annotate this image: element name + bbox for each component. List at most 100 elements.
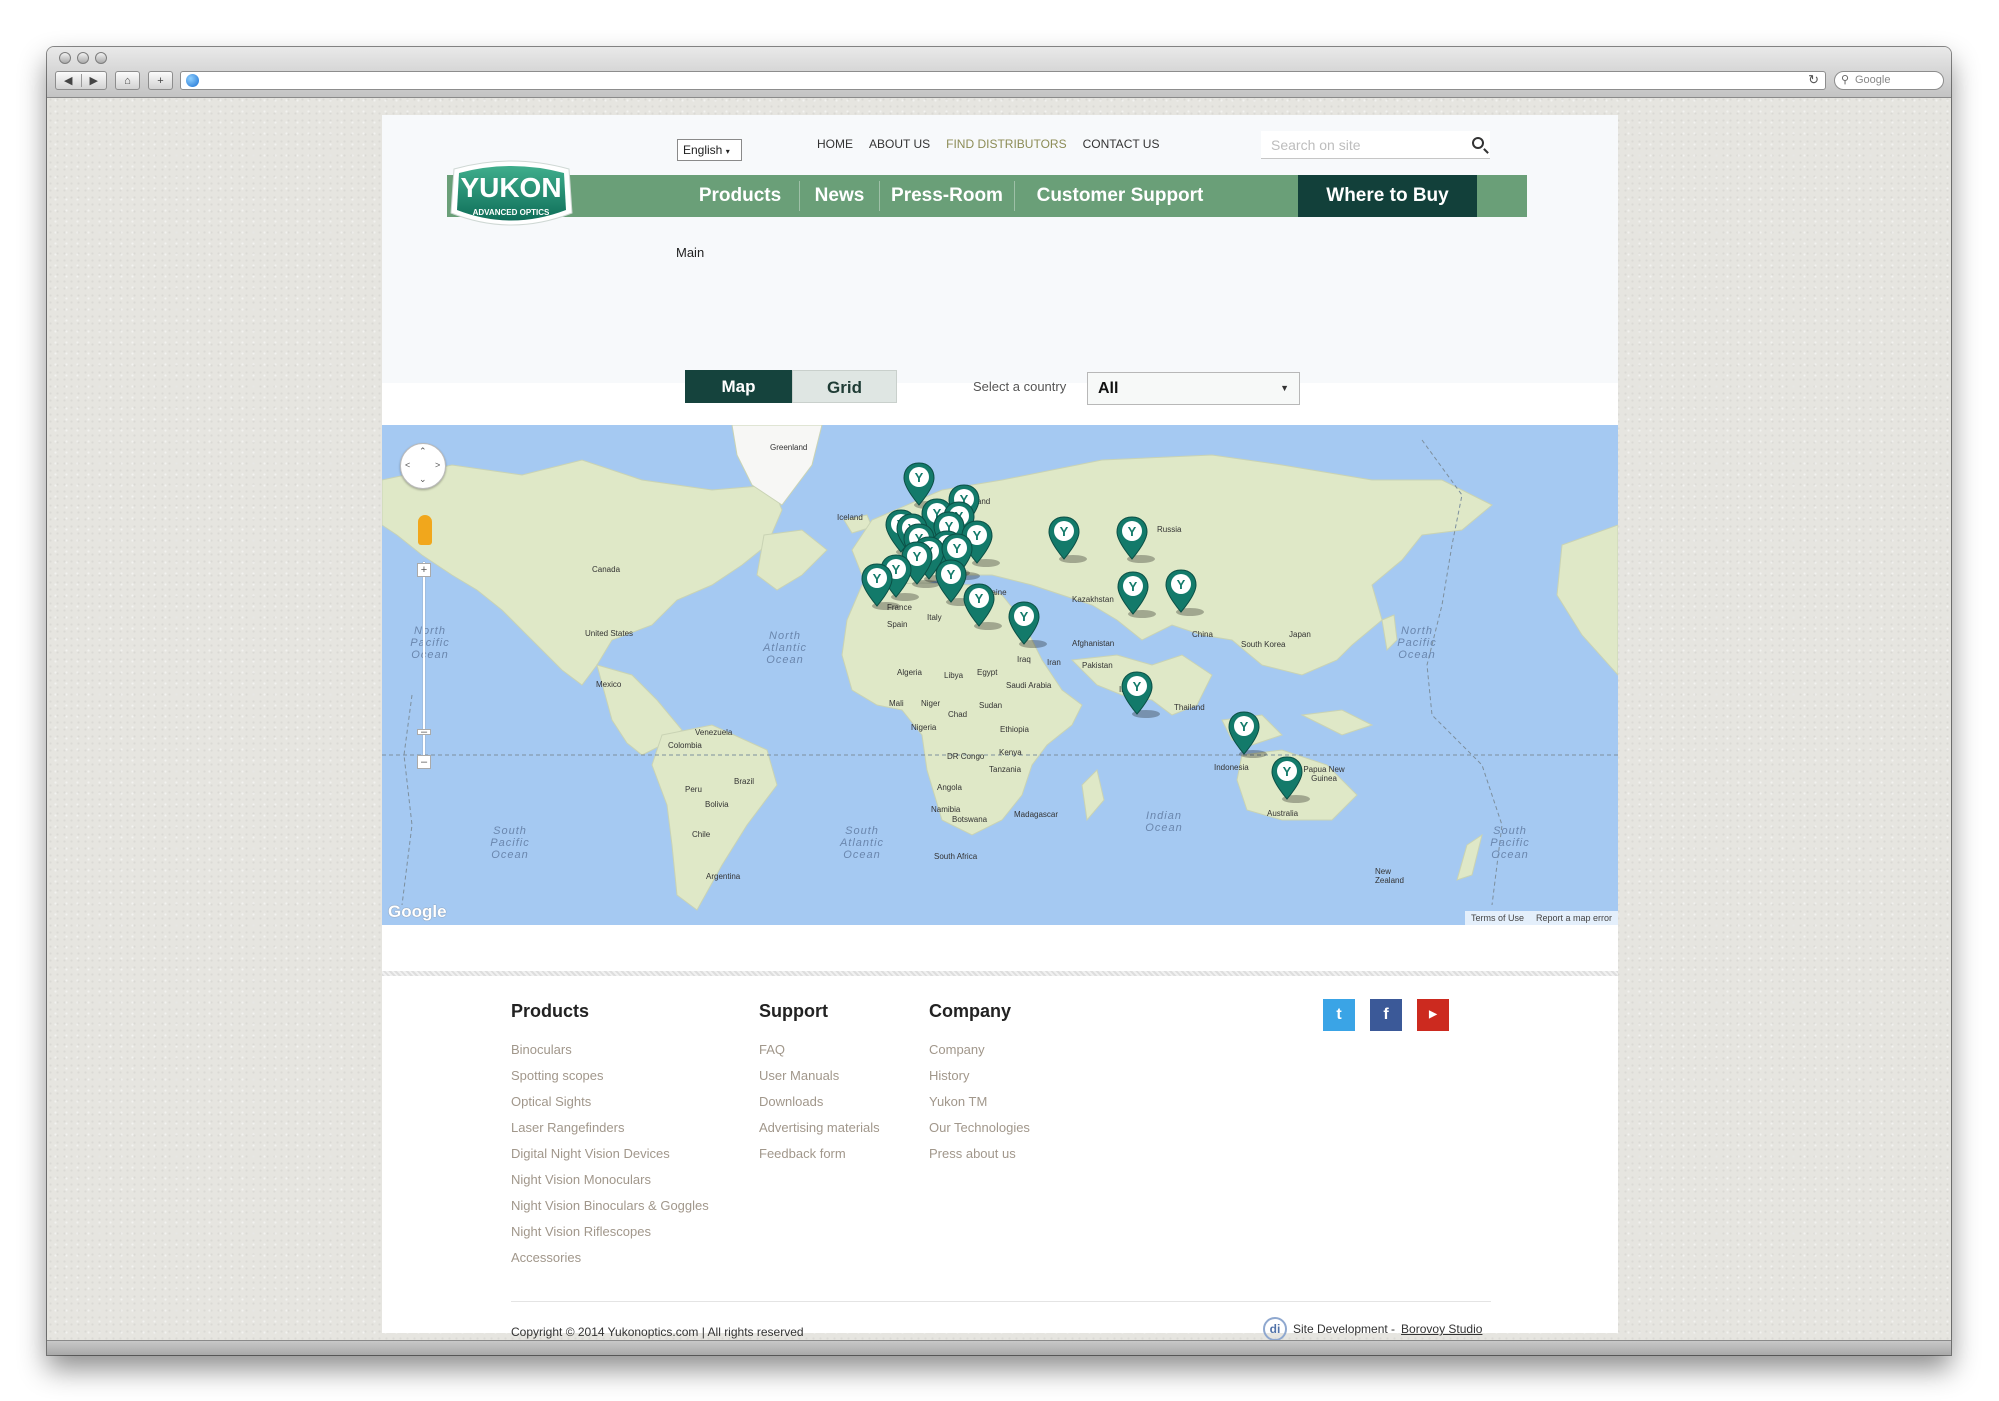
search-icon: ⚲ bbox=[1841, 74, 1850, 86]
nav-press-room[interactable]: Press-Room bbox=[881, 175, 1013, 217]
terms-of-use-link[interactable]: Terms of Use bbox=[1471, 913, 1524, 923]
back-forward-buttons[interactable]: ◀ ▶ bbox=[55, 71, 107, 90]
footer-link[interactable]: Press about us bbox=[929, 1146, 1030, 1172]
zoom-in-button[interactable]: + bbox=[417, 563, 431, 577]
breadcrumb[interactable]: Main bbox=[676, 245, 704, 260]
footer-link[interactable]: Accessories bbox=[511, 1250, 709, 1276]
facebook-icon[interactable]: f bbox=[1370, 999, 1402, 1031]
nav-where-to-buy[interactable]: Where to Buy bbox=[1298, 175, 1477, 217]
nav-customer-support[interactable]: Customer Support bbox=[1015, 175, 1225, 217]
twitter-icon[interactable]: t bbox=[1323, 999, 1355, 1031]
footer-support: Support FAQ User Manuals Downloads Adver… bbox=[759, 1001, 880, 1172]
top-nav-find-distributors[interactable]: FIND DISTRIBUTORS bbox=[946, 137, 1066, 151]
home-button[interactable]: ⌂ bbox=[115, 71, 140, 90]
browser-window: ◀ ▶ ⌂ + ↻ ⚲ Google English ▾ HOME ABOUT US… bbox=[47, 47, 1951, 1355]
map-label: Egypt bbox=[977, 668, 998, 677]
street-view-pegman-icon[interactable] bbox=[418, 515, 432, 545]
pan-left-icon[interactable]: < bbox=[405, 460, 410, 470]
globe-icon bbox=[186, 74, 199, 87]
footer-link[interactable]: Yukon TM bbox=[929, 1094, 1030, 1120]
map-marker-pin-icon[interactable]: Y bbox=[1164, 568, 1204, 616]
map-label: Brazil bbox=[734, 777, 755, 786]
top-nav-about[interactable]: ABOUT US bbox=[869, 137, 930, 151]
pan-right-icon[interactable]: > bbox=[435, 460, 440, 470]
footer-link[interactable]: Optical Sights bbox=[511, 1094, 709, 1120]
zoom-slider-handle[interactable]: – bbox=[417, 727, 431, 738]
footer-link[interactable]: Our Technologies bbox=[929, 1120, 1030, 1146]
svg-text:Y: Y bbox=[915, 470, 924, 485]
map-label: Madagascar bbox=[1014, 810, 1059, 819]
footer-link[interactable]: Downloads bbox=[759, 1094, 880, 1120]
minimize-window-button[interactable] bbox=[77, 52, 89, 64]
borovoy-studio-link[interactable]: Borovoy Studio bbox=[1401, 1322, 1482, 1336]
map-label: New Zealand bbox=[1375, 867, 1404, 885]
pan-up-icon[interactable]: ⌃ bbox=[419, 446, 427, 457]
map-marker-pin-icon[interactable]: Y bbox=[860, 562, 900, 610]
reload-icon[interactable]: ↻ bbox=[1808, 72, 1819, 88]
map-label: Botswana bbox=[952, 815, 988, 824]
footer-link[interactable]: Laser Rangefinders bbox=[511, 1120, 709, 1146]
footer-link[interactable]: Night Vision Monoculars bbox=[511, 1172, 709, 1198]
back-icon[interactable]: ◀ bbox=[56, 74, 81, 87]
map-marker-pin-icon[interactable]: Y bbox=[1115, 515, 1155, 563]
map-label: Thailand bbox=[1174, 703, 1205, 712]
search-icon[interactable] bbox=[1472, 137, 1484, 149]
tab-grid[interactable]: Grid bbox=[792, 370, 897, 403]
map-label: Venezuela bbox=[695, 728, 733, 737]
footer-link[interactable]: History bbox=[929, 1068, 1030, 1094]
footer-link[interactable]: Night Vision Riflescopes bbox=[511, 1224, 709, 1250]
map-label: Russia bbox=[1157, 525, 1182, 534]
footer-link[interactable]: FAQ bbox=[759, 1042, 880, 1068]
map-marker-pin-icon[interactable]: Y bbox=[1047, 515, 1087, 563]
map-marker-pin-icon[interactable]: Y bbox=[1270, 755, 1310, 803]
map-label: Australia bbox=[1267, 809, 1299, 818]
footer-link[interactable]: Digital Night Vision Devices bbox=[511, 1146, 709, 1172]
footer-link[interactable]: User Manuals bbox=[759, 1068, 880, 1094]
pan-down-icon[interactable]: ⌄ bbox=[419, 474, 427, 485]
address-bar[interactable]: ↻ bbox=[180, 71, 1826, 90]
forward-icon[interactable]: ▶ bbox=[80, 74, 107, 87]
social-links: t f ▶ bbox=[1323, 999, 1449, 1031]
yukon-logo[interactable]: YUKON ADVANCED OPTICS bbox=[444, 155, 579, 240]
svg-text:Y: Y bbox=[1060, 524, 1069, 539]
footer-rule bbox=[511, 1301, 1491, 1302]
top-nav-home[interactable]: HOME bbox=[817, 137, 853, 151]
zoom-out-button[interactable]: – bbox=[417, 755, 431, 769]
footer-link[interactable]: Night Vision Binoculars & Goggles bbox=[511, 1198, 709, 1224]
report-map-error-link[interactable]: Report a map error bbox=[1536, 913, 1612, 923]
map-pan-control[interactable]: ⌃ < > ⌄ bbox=[400, 443, 446, 489]
footer-link[interactable]: Feedback form bbox=[759, 1146, 880, 1172]
distributor-map[interactable]: Greenland Iceland Canada United States M… bbox=[382, 425, 1618, 925]
top-nav-contact[interactable]: CONTACT US bbox=[1083, 137, 1160, 151]
footer-products: Products Binoculars Spotting scopes Opti… bbox=[511, 1001, 709, 1276]
language-select[interactable]: English ▾ bbox=[677, 139, 742, 161]
footer-link[interactable]: Company bbox=[929, 1042, 1030, 1068]
map-label: Namibia bbox=[931, 805, 961, 814]
footer-support-title: Support bbox=[759, 1001, 828, 1021]
footer-link[interactable]: Spotting scopes bbox=[511, 1068, 709, 1094]
map-label: Sudan bbox=[979, 701, 1003, 710]
browser-search-field[interactable]: ⚲ Google bbox=[1834, 71, 1944, 90]
map-marker-pin-icon[interactable]: Y bbox=[962, 582, 1002, 630]
map-label: Colombia bbox=[668, 741, 702, 750]
main-nav: Products News Press-Room Customer Suppor… bbox=[447, 175, 1527, 217]
footer-link[interactable]: Binoculars bbox=[511, 1042, 709, 1068]
footer-link[interactable]: Advertising materials bbox=[759, 1120, 880, 1146]
map-attribution: Terms of Use Report a map error bbox=[1464, 911, 1618, 925]
map-label: Libya bbox=[944, 671, 964, 680]
map-marker-pin-icon[interactable]: Y bbox=[1227, 710, 1267, 758]
country-select[interactable]: All ▼ bbox=[1087, 372, 1300, 405]
new-tab-button[interactable]: + bbox=[148, 71, 173, 90]
logo-subtext: ADVANCED OPTICS bbox=[473, 208, 550, 217]
map-marker-pin-icon[interactable]: Y bbox=[1120, 670, 1160, 718]
close-window-button[interactable] bbox=[59, 52, 71, 64]
nav-news[interactable]: News bbox=[802, 175, 877, 217]
nav-products[interactable]: Products bbox=[675, 175, 805, 217]
map-marker-pin-icon[interactable]: Y bbox=[1116, 570, 1156, 618]
tab-map[interactable]: Map bbox=[685, 370, 792, 403]
zoom-window-button[interactable] bbox=[95, 52, 107, 64]
youtube-icon[interactable]: ▶ bbox=[1417, 999, 1449, 1031]
search-input[interactable] bbox=[1261, 131, 1463, 159]
map-marker-pin-icon[interactable]: Y bbox=[1007, 600, 1047, 648]
web-page: English ▾ HOME ABOUT US FIND DISTRIBUTOR… bbox=[382, 115, 1618, 1341]
